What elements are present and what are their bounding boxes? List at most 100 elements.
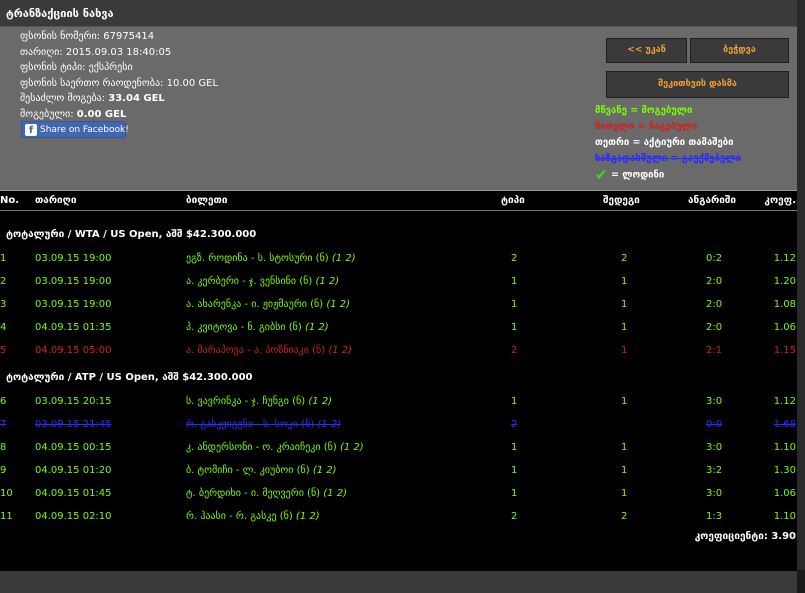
row-number: 7 bbox=[0, 419, 7, 430]
facebook-share-label: Share on Facebook! bbox=[40, 125, 129, 135]
table-row: 4 04.09.15 01:35 პ. კვიტოვა - ნ. გიბსი (ნ)… bbox=[0, 319, 805, 339]
ask-question-button[interactable]: შეკითხვის დასმა bbox=[606, 71, 789, 98]
row-pick: 1 bbox=[621, 276, 628, 287]
legend-cancelled: ხაზგადასმული = გაუქმებული bbox=[595, 153, 742, 164]
row-match-name: კ. ანდერსონი - ო. კრაიჩეკი (ნ) bbox=[186, 442, 337, 453]
info-line: ფსონის ნომერი: 67975414 bbox=[20, 29, 218, 45]
info-label: ფსონის ტიპი: bbox=[20, 62, 86, 73]
row-date: 03.09.15 19:00 bbox=[35, 276, 112, 287]
legend-pending: ✔ = ლოდინი bbox=[595, 167, 741, 183]
table-row: 9 04.09.15 01:20 ბ. ტომიჩი - ლ. კიუბოი (ნ)… bbox=[0, 462, 805, 482]
row-number: 3 bbox=[0, 299, 7, 310]
table-row: 2 03.09.15 19:00 ა. კერბერი - ჯ. ვენსინი (… bbox=[0, 273, 805, 293]
info-value: 2015.09.03 18:40:05 bbox=[65, 46, 172, 58]
row-type: 2 bbox=[511, 345, 518, 356]
bet-results-table: No. თარიღი ბილეთი ტიპი შედეგი ანგარიში კ… bbox=[0, 191, 805, 571]
row-match-name: ეგზ. როდინა - ს. სტოსური (ნ) bbox=[186, 253, 329, 264]
row-odd: 1.10 bbox=[773, 511, 796, 522]
row-pick: 1 bbox=[621, 322, 628, 333]
row-odd: 1.10 bbox=[773, 442, 796, 453]
scrollbar-thumb[interactable] bbox=[797, 0, 805, 570]
row-number: 4 bbox=[0, 322, 7, 333]
back-button[interactable]: << უკან bbox=[606, 38, 687, 63]
row-match-name: ს. ვავრინკა - ჯ. ჩუნგი (ნ) bbox=[186, 396, 306, 407]
row-pick: 1 bbox=[621, 299, 628, 310]
row-type: 1 bbox=[511, 442, 518, 453]
row-date: 04.09.15 01:45 bbox=[35, 488, 112, 499]
row-number: 11 bbox=[0, 511, 13, 522]
row-type: 1 bbox=[511, 299, 518, 310]
row-score: 2:1 bbox=[706, 345, 723, 356]
row-match-name: ტ. ბერდიხი - ი. მეღვერი (ნ) bbox=[186, 488, 321, 499]
row-date: 03.09.15 20:15 bbox=[35, 396, 112, 407]
info-value: 67975414 bbox=[103, 31, 155, 42]
row-match-name: პ. კვიტოვა - ნ. გიბსი (ნ) bbox=[186, 322, 302, 333]
info-line: ფსონის საერთო რაოდენობა: 10.00 GEL bbox=[20, 76, 218, 92]
row-pick: 2 bbox=[621, 511, 628, 522]
row-match-name: ა. კერბერი - ჯ. ვენსინი (ნ) bbox=[186, 276, 313, 287]
row-odd: 1.06 bbox=[773, 488, 796, 499]
row-type: 2 bbox=[511, 419, 518, 430]
header-date: თარიღი bbox=[35, 195, 77, 206]
row-pick: 1 bbox=[621, 488, 628, 499]
table-row: 7 03.09.15 21:45 რ. გასკეიგენი - ს. სოკი (… bbox=[0, 416, 805, 436]
print-button[interactable]: ბეჭდვა bbox=[690, 38, 789, 63]
facebook-icon: f bbox=[25, 124, 37, 136]
row-score: 1:3 bbox=[706, 511, 723, 522]
page-title: ტრანზაქციის ნახვა bbox=[6, 7, 114, 20]
row-date: 03.09.15 19:00 bbox=[35, 253, 112, 264]
row-number: 6 bbox=[0, 396, 7, 407]
row-match: რ. გასკეიგენი - ს. სოკი (ნ) (1 2) bbox=[186, 419, 341, 430]
row-date: 03.09.15 19:00 bbox=[35, 299, 112, 310]
row-score: 2:0 bbox=[706, 299, 723, 310]
row-bet-option: (1 2) bbox=[331, 253, 356, 264]
row-number: 10 bbox=[0, 488, 13, 499]
header-type: ტიპი bbox=[501, 195, 525, 206]
row-match: ს. ვავრინკა - ჯ. ჩუნგი (ნ) (1 2) bbox=[186, 396, 332, 407]
row-date: 04.09.15 02:10 bbox=[35, 511, 112, 522]
row-score: 0:2 bbox=[706, 253, 723, 264]
row-pick: 1 bbox=[621, 442, 628, 453]
row-score: 3:0 bbox=[706, 488, 723, 499]
row-bet-option: (1 2) bbox=[326, 299, 351, 310]
row-number: 1 bbox=[0, 253, 7, 264]
row-odd: 1.68 bbox=[773, 419, 796, 430]
table-row: 10 04.09.15 01:45 ტ. ბერდიხი - ი. მეღვერი … bbox=[0, 485, 805, 505]
header-no: No. bbox=[0, 195, 20, 206]
row-match: ტ. ბერდიხი - ი. მეღვერი (ნ) (1 2) bbox=[186, 488, 347, 499]
row-date: 04.09.15 01:35 bbox=[35, 322, 112, 333]
row-bet-option: (1 2) bbox=[312, 465, 337, 476]
row-pick: 1 bbox=[621, 396, 628, 407]
row-type: 1 bbox=[511, 465, 518, 476]
facebook-share-button[interactable]: f Share on Facebook! bbox=[21, 121, 129, 138]
info-line: ფსონის ტიპი: ექსპრესი bbox=[20, 60, 218, 76]
row-score: 3:2 bbox=[706, 465, 723, 476]
header-match: ბილეთი bbox=[186, 195, 228, 206]
row-bet-option: (1 2) bbox=[317, 419, 342, 430]
row-odd: 1.08 bbox=[773, 299, 796, 310]
row-bet-option: (1 2) bbox=[323, 488, 347, 499]
table-row: 1 03.09.15 19:00 ეგზ. როდინა - ს. სტოსური … bbox=[0, 250, 805, 270]
row-match-name: ა. შარაპოვა - ა. პოზნიაკი (ნ) bbox=[186, 345, 326, 356]
row-number: 5 bbox=[0, 345, 7, 356]
row-type: 2 bbox=[511, 253, 518, 264]
legend-won: მწვანე = მოგებული bbox=[595, 105, 693, 116]
table-row: 8 04.09.15 00:15 კ. ანდერსონი - ო. კრაიჩეკ… bbox=[0, 439, 805, 459]
info-label: თარიღი: bbox=[20, 46, 63, 58]
info-label: შესაძლო მოგება: bbox=[20, 93, 106, 104]
row-bet-option: (1 2) bbox=[308, 396, 333, 407]
row-type: 2 bbox=[511, 511, 518, 522]
header-odd: კოეფ. bbox=[764, 195, 796, 206]
info-value: 33.04 GEL bbox=[108, 93, 165, 104]
row-odd: 1.15 bbox=[773, 345, 796, 356]
row-odd: 1.06 bbox=[773, 322, 796, 333]
row-type: 1 bbox=[511, 276, 518, 287]
row-odd: 1.30 bbox=[773, 465, 796, 476]
row-bet-option: (1 2) bbox=[304, 322, 329, 333]
info-label: მოგებული: bbox=[20, 108, 74, 120]
legend-active: თეთრი = აქტიური თამაშები bbox=[595, 137, 734, 148]
bet-info-panel: ფსონის ნომერი: 67975414 თარიღი: 2015.09.0… bbox=[0, 27, 805, 191]
table-header: No. თარიღი ბილეთი ტიპი შედეგი ანგარიში კ… bbox=[0, 191, 805, 211]
row-bet-option: (1 2) bbox=[295, 511, 320, 522]
status-legend: მწვანე = მოგებული წითელი = წაგებული თეთრ… bbox=[595, 103, 741, 183]
